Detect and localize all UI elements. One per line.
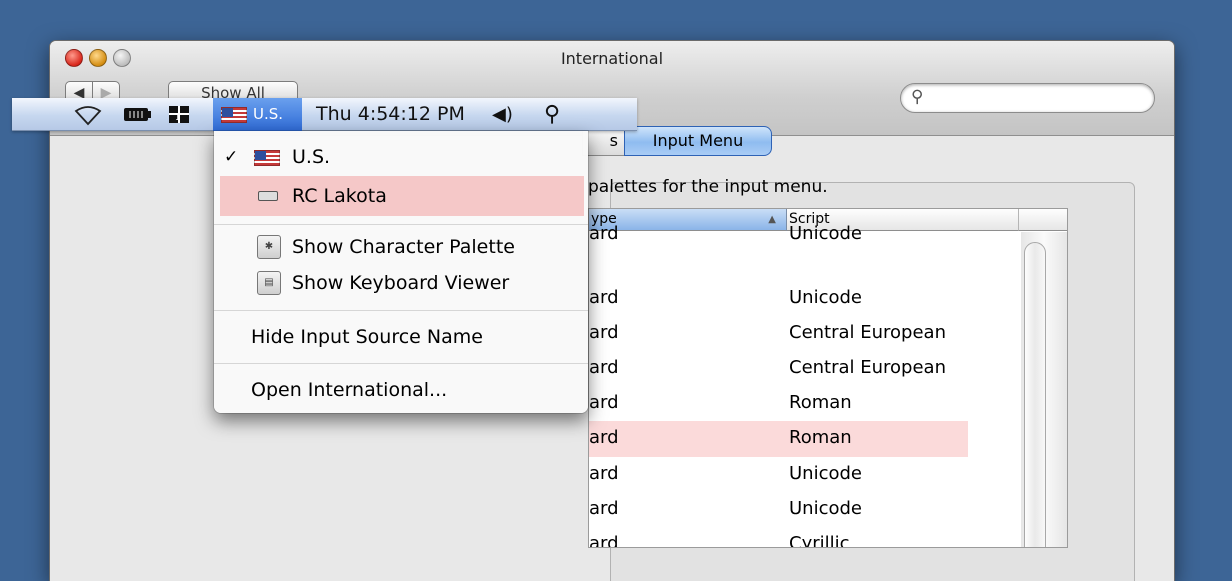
script-cell: Cyrillic <box>789 533 850 548</box>
menu-item-show-keyboard-viewer[interactable]: ▤ Show Keyboard Viewer <box>214 265 588 301</box>
menu-separator <box>214 224 588 225</box>
input-source-name: U.S. <box>253 105 284 123</box>
table-row[interactable]: ard Unicode <box>589 281 1019 317</box>
spotlight-icon[interactable]: ⚲ <box>544 98 570 131</box>
menu-item-label: Hide Input Source Name <box>251 326 483 348</box>
instruction-text: palettes for the input menu. <box>588 177 828 197</box>
type-cell: ard <box>589 322 619 343</box>
menu-item-show-character-palette[interactable]: ✱ Show Character Palette <box>214 229 588 265</box>
menu-item-open-international[interactable]: Open International... <box>214 372 588 408</box>
battery-icon[interactable] <box>122 98 156 131</box>
menu-item-label: U.S. <box>292 146 331 168</box>
script-cell: Unicode <box>789 223 862 244</box>
checkmark-icon: ✓ <box>224 147 239 167</box>
menu-item-label: RC Lakota <box>292 185 387 207</box>
vertical-scrollbar[interactable] <box>1021 232 1067 547</box>
menu-item-label: Show Keyboard Viewer <box>292 272 510 294</box>
search-icon: ⚲ <box>911 87 924 107</box>
table-row[interactable]: ard Roman <box>589 386 1019 422</box>
search-field[interactable]: ⚲ <box>900 83 1155 113</box>
type-cell: ard <box>589 223 619 244</box>
column-header-extra <box>1019 209 1067 231</box>
type-cell: ard <box>589 533 619 548</box>
window-title: International <box>560 49 664 68</box>
menu-separator <box>214 363 588 364</box>
script-cell: Unicode <box>789 498 862 519</box>
table-row[interactable]: ard Central European <box>589 351 1019 387</box>
character-palette-icon: ✱ <box>257 235 281 259</box>
menu-item-label: Show Character Palette <box>292 236 515 258</box>
script-cell: Roman <box>789 392 852 413</box>
menu-separator <box>214 310 588 311</box>
menu-item-us[interactable]: ✓ U.S. <box>214 139 588 175</box>
type-cell: ard <box>589 498 619 519</box>
us-flag-icon <box>221 107 247 123</box>
menu-item-hide-input-source-name[interactable]: Hide Input Source Name <box>214 319 588 355</box>
volume-icon[interactable]: ◀) <box>492 98 518 131</box>
script-cell: Roman <box>789 427 852 448</box>
table-row[interactable]: ard Unicode <box>589 492 1019 528</box>
script-cell: Central European <box>789 322 946 343</box>
keyboard-viewer-icon: ▤ <box>257 271 281 295</box>
type-cell: ard <box>589 287 619 308</box>
input-menu-dropdown: ✓ U.S. RC Lakota ✱ Show Character Palett… <box>214 131 588 413</box>
menu-item-rc-lakota[interactable]: RC Lakota <box>220 176 584 216</box>
tab-input-menu[interactable]: Input Menu <box>624 126 772 156</box>
script-cell: Central European <box>789 357 946 378</box>
svg-text:1: 1 <box>175 113 180 122</box>
table-row[interactable]: ard Cyrillic <box>589 527 1019 548</box>
type-cell: ard <box>589 463 619 484</box>
spaces-icon[interactable]: 1 <box>166 98 194 131</box>
scrollbar-thumb[interactable] <box>1024 242 1046 547</box>
type-cell: ard <box>589 357 619 378</box>
type-cell: ard <box>589 392 619 413</box>
us-flag-icon <box>254 150 280 166</box>
keyboard-icon <box>258 191 278 201</box>
table-row[interactable]: ard Central European <box>589 316 1019 352</box>
script-cell: Unicode <box>789 463 862 484</box>
wifi-icon[interactable] <box>74 98 104 131</box>
script-cell: Unicode <box>789 287 862 308</box>
menu-item-label: Open International... <box>251 379 448 401</box>
menu-bar-clock[interactable]: Thu 4:54:12 PM <box>316 98 465 131</box>
table-row[interactable]: ard Unicode <box>589 221 1019 257</box>
menu-bar: 1 U.S. Thu 4:54:12 PM ◀) ⚲ <box>12 98 637 131</box>
input-menu-extra[interactable]: U.S. <box>213 98 302 131</box>
table-row-selected[interactable]: ard Roman <box>589 421 968 457</box>
table-row[interactable]: ard Unicode <box>589 457 1019 493</box>
input-sources-table: ype ▲ Script ard Unicode ard Unicode ard… <box>588 208 1068 548</box>
type-cell: ard <box>589 427 619 448</box>
